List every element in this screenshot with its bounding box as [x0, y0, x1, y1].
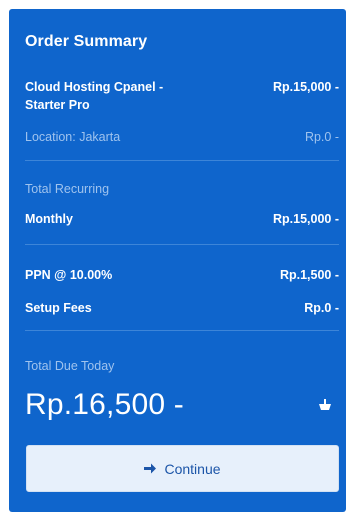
total-recurring-label: Total Recurring [25, 182, 110, 196]
setup-fees-label: Setup Fees [25, 301, 92, 315]
continue-button[interactable]: Continue [26, 445, 339, 492]
product-row: Cloud Hosting Cpanel - Starter Pro Rp.15… [25, 78, 339, 114]
tax-price: Rp.1,500 - [279, 268, 339, 282]
total-due-amount: Rp.16,500 - [25, 388, 184, 421]
location-label: Location: Jakarta [25, 130, 121, 144]
divider [25, 330, 339, 331]
tax-label: PPN @ 10.00% [25, 268, 113, 282]
setup-fees-price: Rp.0 - [304, 301, 339, 315]
divider [25, 160, 339, 161]
product-price: Rp.15,000 - [272, 80, 339, 94]
order-summary-title: Order Summary [25, 33, 148, 50]
location-row: Location: Jakarta Rp.0 - [25, 128, 339, 146]
total-due-label: Total Due Today [25, 359, 115, 373]
shopping-cart-icon[interactable] [318, 399, 332, 411]
continue-label: Continue [164, 460, 221, 477]
setup-fees-row: Setup Fees Rp.0 - [25, 299, 339, 317]
divider [25, 244, 339, 245]
order-summary-panel: Order Summary Cloud Hosting Cpanel - Sta… [9, 9, 346, 512]
location-price: Rp.0 - [304, 130, 339, 144]
recurring-label: Monthly [25, 212, 73, 226]
recurring-row: Monthly Rp.15,000 - [25, 210, 339, 228]
tax-row: PPN @ 10.00% Rp.1,500 - [25, 266, 339, 284]
arrow-right-icon [144, 463, 157, 474]
recurring-price: Rp.15,000 - [272, 212, 339, 226]
product-name: Cloud Hosting Cpanel - Starter Pro [25, 80, 164, 112]
